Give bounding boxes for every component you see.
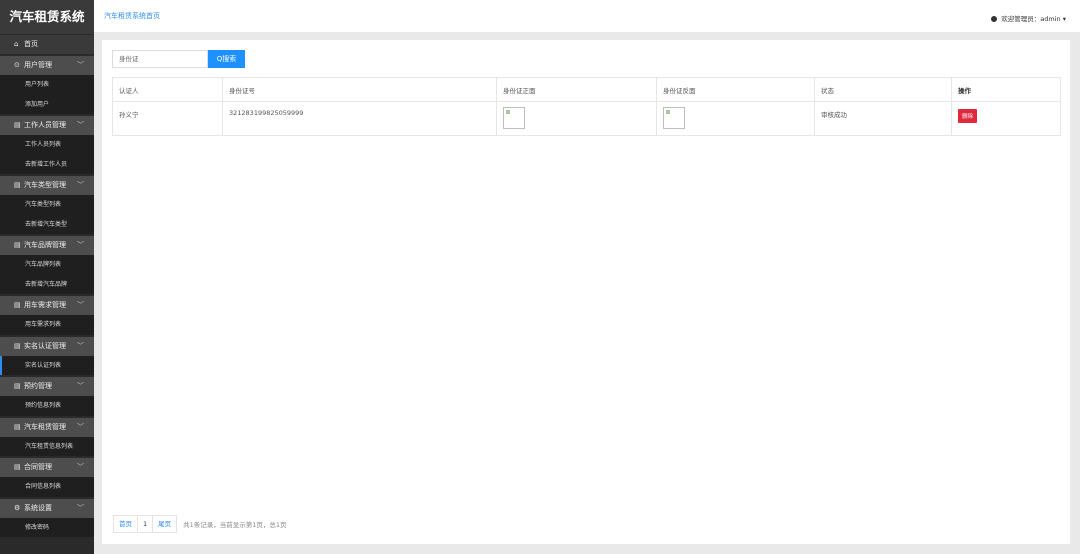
sidebar-group-0[interactable]: ⊙ 用户管理 ﹀ [0,56,94,75]
home-icon: ⌂ [14,40,19,48]
sidebar-group-label: 汽车租赁管理 [24,422,66,431]
verification-table: 认证人 身份证号 身份证正面 身份证反面 状态 操作 孙义宁 321283199… [112,77,1061,136]
sidebar-item[interactable]: 预约信息列表 [0,396,94,416]
chevron-down-icon: ﹀ [77,382,84,390]
main-panel: Q搜索 认证人 身份证号 身份证正面 身份证反面 状态 操作 孙义宁 32128… [102,40,1070,544]
sidebar-group-label: 预约管理 [24,382,52,390]
sidebar-group-label: 汽车类型管理 [24,181,66,189]
chevron-down-icon: ﹀ [77,241,84,249]
sidebar-group-7[interactable]: ▤ 汽车租赁管理 ﹀ [0,417,94,437]
first-page-button[interactable]: 首页 [113,515,138,533]
sidebar-item[interactable]: 修改密码 [0,517,94,537]
document-icon: ▤ [14,301,21,309]
sidebar-group-label: 系统设置 [24,503,52,512]
sidebar-group-9[interactable]: ⚙ 系统设置 ﹀ [0,498,94,518]
sidebar-item[interactable]: 去新增汽车类型 [0,214,94,234]
column-header: 身份证反面 [656,77,815,102]
cell-id-number: 321283199825059999 [222,101,497,136]
sidebar-item-label: 首页 [24,40,38,48]
document-icon: ▤ [14,121,21,129]
chevron-down-icon: ﹀ [77,181,84,189]
id-search-input[interactable] [112,50,208,68]
chevron-down-icon: ﹀ [77,301,84,309]
sidebar-item-home[interactable]: ⌂ 首页 [0,35,94,54]
user-label: 欢迎管理员：admin [1001,15,1061,23]
page-number[interactable]: 1 [137,515,154,533]
broken-image-icon[interactable] [663,107,685,129]
top-bar: 汽车租赁系统首页 欢迎管理员：admin ▾ [94,0,1080,33]
last-page-button[interactable]: 尾页 [152,515,178,533]
chevron-down-icon: ﹀ [77,503,84,512]
document-icon: ▤ [14,382,21,390]
sidebar-item[interactable]: 汽车类型列表 [0,195,94,215]
document-icon: ▤ [14,181,21,189]
sidebar-group-label: 用户管理 [24,61,52,69]
sidebar-item[interactable]: 去新增汽车品牌 [0,274,94,294]
sidebar-item[interactable]: 工作人员列表 [0,135,94,155]
column-header: 状态 [814,77,952,102]
sidebar-group-3[interactable]: ▤ 汽车品牌管理 ﹀ [0,236,94,255]
user-menu[interactable]: 欢迎管理员：admin ▾ [991,13,1066,23]
app-title: 汽车租赁系统 [0,0,94,34]
cell-name: 孙义宁 [112,101,223,136]
column-header: 认证人 [112,77,223,102]
cell-action: 删除 [951,101,1061,136]
sidebar-item[interactable]: 实名认证列表 [0,355,94,375]
sidebar-group-label: 实名认证管理 [24,341,66,350]
breadcrumb[interactable]: 汽车租赁系统首页 [104,11,160,21]
sidebar-group-label: 用车需求管理 [24,301,66,309]
sidebar-item[interactable]: 汽车租赁信息列表 [0,436,94,456]
sidebar-group-8[interactable]: ▤ 合同管理 ﹀ [0,458,94,477]
sidebar-group-label: 汽车品牌管理 [24,241,66,249]
chevron-down-icon: ﹀ [77,121,84,129]
delete-button[interactable]: 删除 [958,109,978,123]
broken-image-icon[interactable] [503,107,525,129]
table-row: 孙义宁 321283199825059999 审核成功 删除 [112,101,1061,136]
sidebar-item[interactable]: 添加用户 [0,94,94,114]
sidebar-group-6[interactable]: ▤ 预约管理 ﹀ [0,377,94,396]
gear-icon: ⚙ [14,503,21,512]
search-button[interactable]: Q搜索 [208,50,245,68]
sidebar-group-1[interactable]: ▤ 工作人员管理 ﹀ [0,116,94,135]
chevron-down-icon: ﹀ [77,61,84,69]
column-header: 操作 [951,77,1061,102]
sidebar: 汽车租赁系统 ⌂ 首页 ⊙ 用户管理 ﹀ 用户列表 添加用户 ▤ 工作人员管理 ﹀ 工作人员列表去… [0,0,94,554]
cell-id-front [496,101,657,136]
chevron-down-icon: ﹀ [77,341,84,350]
chevron-down-icon: ﹀ [77,422,84,431]
sidebar-group-4[interactable]: ▤ 用车需求管理 ﹀ [0,296,94,315]
sidebar-item[interactable]: 汽车品牌列表 [0,255,94,275]
pagination: 首页 1 尾页 共1条记录，当前显示第1页，总1页 [113,515,287,533]
sidebar-item[interactable]: 合同信息列表 [0,477,94,497]
sidebar-group-5[interactable]: ▤ 实名认证管理 ﹀ [0,336,94,356]
cell-id-back [656,101,815,136]
sidebar-group-2[interactable]: ▤ 汽车类型管理 ﹀ [0,176,94,195]
sidebar-item[interactable]: 用户列表 [0,75,94,95]
sidebar-group-label: 合同管理 [24,463,52,471]
document-icon: ▤ [14,463,21,471]
user-dot-icon [991,16,998,22]
column-header: 身份证号 [222,77,497,102]
sidebar-item[interactable]: 用车需求列表 [0,315,94,335]
pagination-info: 共1条记录，当前显示第1页，总1页 [183,521,287,529]
column-header: 身份证正面 [496,77,657,102]
document-icon: ▤ [14,422,21,431]
sidebar-group-label: 工作人员管理 [24,121,66,129]
user-icon: ⊙ [14,61,20,69]
cell-status: 审核成功 [814,101,952,136]
chevron-down-icon: ﹀ [77,463,84,471]
sidebar-item[interactable]: 去新增工作人员 [0,154,94,174]
document-icon: ▤ [14,341,21,350]
table-header-row: 认证人 身份证号 身份证正面 身份证反面 状态 操作 [112,77,1061,102]
document-icon: ▤ [14,241,21,249]
